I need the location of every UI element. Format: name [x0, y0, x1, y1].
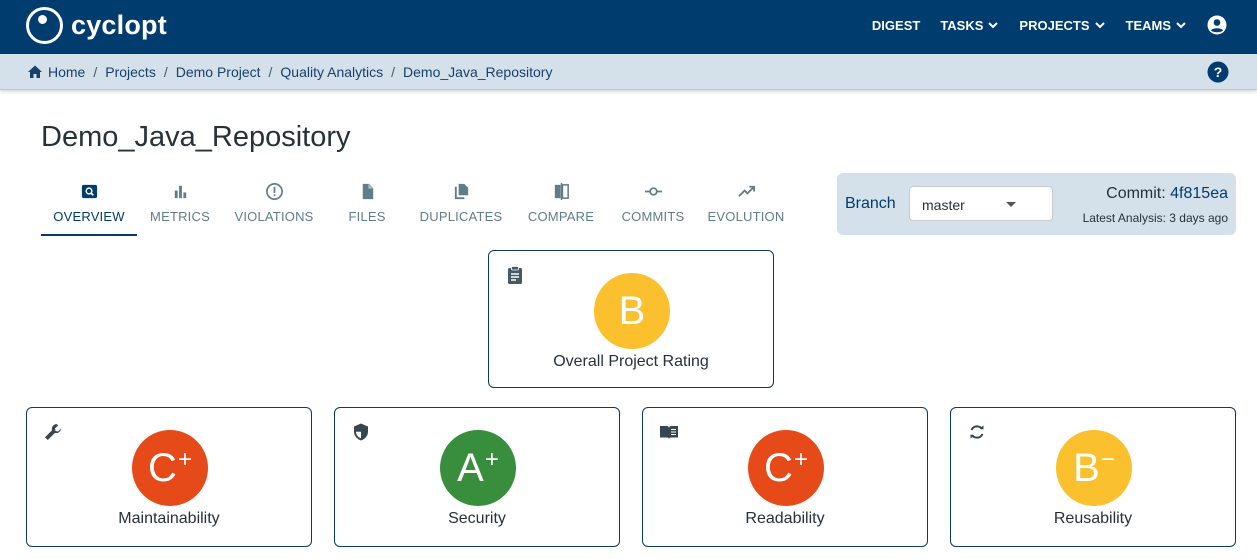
commit-label: Commit: [1106, 185, 1166, 202]
tab-compare-label: COMPARE [527, 209, 595, 224]
book-icon [660, 426, 678, 439]
tab-evolution[interactable]: EVOLUTION [697, 178, 795, 236]
security-grade-modifier: + [484, 446, 499, 473]
tab-bar: OVERVIEW METRICS VIOLATIONS FILES DUPLIC… [41, 178, 795, 236]
breadcrumb-separator: / [391, 64, 396, 80]
commit-icon [644, 187, 662, 196]
top-nav-menu: DIGEST TASKS PROJECTS TEAMS [872, 0, 1257, 50]
tab-metrics-label: METRICS [150, 209, 210, 224]
tab-evolution-label: EVOLUTION [707, 209, 785, 224]
overall-grade-badge: B [594, 273, 670, 349]
branch-panel: Branch master Commit: 4f815ea Latest Ana… [837, 173, 1236, 235]
security-label: Security [448, 510, 506, 527]
branch-selected-value: master [922, 197, 965, 213]
chevron-down-icon [1176, 22, 1186, 29]
nav-tasks-label: TASKS [940, 17, 984, 33]
sync-icon [970, 425, 984, 439]
readability-grade-badge: C + [748, 430, 824, 506]
clipboard-icon [508, 266, 522, 284]
maintainability-grade-modifier: + [177, 446, 192, 473]
duplicate-icon [454, 183, 468, 200]
reusability-grade: B [1073, 445, 1100, 490]
tab-overview[interactable]: OVERVIEW [41, 178, 137, 236]
tab-compare[interactable]: COMPARE [513, 178, 609, 236]
tab-files[interactable]: FILES [325, 178, 409, 236]
readability-grade-modifier: + [793, 446, 808, 473]
security-grade-badge: A + [440, 430, 516, 506]
chevron-down-icon [988, 22, 999, 29]
breadcrumb-demo-project[interactable]: Demo Project [176, 64, 261, 80]
tab-metrics[interactable]: METRICS [137, 178, 223, 236]
latest-analysis: Latest Analysis: 3 days ago [1082, 211, 1228, 225]
shield-icon [354, 423, 368, 441]
reusability-grade-modifier: − [1100, 446, 1115, 473]
breadcrumb-separator: / [268, 64, 273, 80]
readability-grade: C [764, 445, 793, 490]
breadcrumb-quality-analytics[interactable]: Quality Analytics [280, 64, 383, 80]
tab-violations-label: VIOLATIONS [234, 209, 314, 224]
breadcrumb-repository[interactable]: Demo_Java_Repository [403, 64, 552, 80]
reusability-label: Reusability [1053, 510, 1133, 527]
logo-icon [26, 6, 63, 44]
top-navbar: cyclopt DIGEST TASKS PROJECTS TEAMS [0, 0, 1257, 54]
dropdown-caret-icon [1006, 202, 1016, 207]
reusability-card[interactable]: B − Reusability [950, 407, 1236, 547]
help-icon[interactable]: ? [1207, 61, 1229, 83]
nav-projects-label: PROJECTS [1019, 17, 1090, 33]
nav-tasks[interactable]: TASKS [940, 18, 999, 33]
commit-info: Commit: 4f815ea [1106, 185, 1228, 203]
readability-card[interactable]: C + Readability [642, 407, 928, 547]
compare-icon [554, 182, 569, 201]
nav-projects[interactable]: PROJECTS [1019, 18, 1105, 33]
maintainability-card[interactable]: C + Maintainability [26, 407, 312, 547]
security-grade: A [457, 445, 484, 490]
breadcrumb-home[interactable]: Home [48, 64, 85, 80]
overview-icon [81, 184, 97, 199]
file-icon [362, 183, 373, 200]
branch-select[interactable]: master [909, 186, 1053, 221]
tab-files-label: FILES [348, 209, 386, 224]
home-icon[interactable] [27, 64, 43, 80]
alert-circle-icon [265, 183, 283, 200]
commit-hash[interactable]: 4f815ea [1170, 185, 1228, 202]
nav-teams[interactable]: TEAMS [1126, 18, 1188, 33]
branch-label: Branch [845, 195, 896, 212]
account-circle-icon[interactable] [1207, 15, 1227, 35]
overall-rating-label: Overall Project Rating [553, 353, 709, 370]
maintainability-label: Maintainability [118, 510, 220, 527]
breadcrumb: Home / Projects / Demo Project / Quality… [27, 54, 552, 90]
tab-violations[interactable]: VIOLATIONS [223, 178, 325, 236]
wrench-icon [45, 424, 61, 440]
page-title: Demo_Java_Repository [41, 121, 351, 153]
tab-commits-label: COMMITS [621, 209, 685, 224]
trending-up-icon [737, 185, 755, 197]
breadcrumb-bar: Home / Projects / Demo Project / Quality… [0, 54, 1257, 90]
nav-digest-label: DIGEST [871, 17, 921, 33]
tab-duplicates[interactable]: DUPLICATES [409, 178, 513, 236]
readability-label: Readability [745, 510, 825, 527]
svg-text:?: ? [1214, 64, 1223, 80]
nav-digest[interactable]: DIGEST [872, 18, 920, 33]
tab-duplicates-label: DUPLICATES [419, 209, 503, 224]
overall-rating-card[interactable]: B Overall Project Rating [488, 250, 774, 388]
cyclopt-logo[interactable]: cyclopt [26, 6, 167, 44]
tab-commits[interactable]: COMMITS [609, 178, 697, 236]
nav-teams-label: TEAMS [1125, 17, 1172, 33]
breadcrumb-projects[interactable]: Projects [105, 64, 156, 80]
breadcrumb-separator: / [93, 64, 98, 80]
reusability-grade-badge: B − [1056, 430, 1132, 506]
logo-text: cyclopt [71, 9, 167, 40]
maintainability-grade-badge: C + [132, 430, 208, 506]
chevron-down-icon [1094, 22, 1105, 29]
breadcrumb-separator: / [163, 64, 168, 80]
bar-chart-icon [174, 185, 186, 199]
security-card[interactable]: A + Security [334, 407, 620, 547]
tab-overview-label: OVERVIEW [53, 209, 125, 224]
maintainability-grade: C [148, 445, 177, 490]
overall-grade: B [618, 288, 646, 333]
